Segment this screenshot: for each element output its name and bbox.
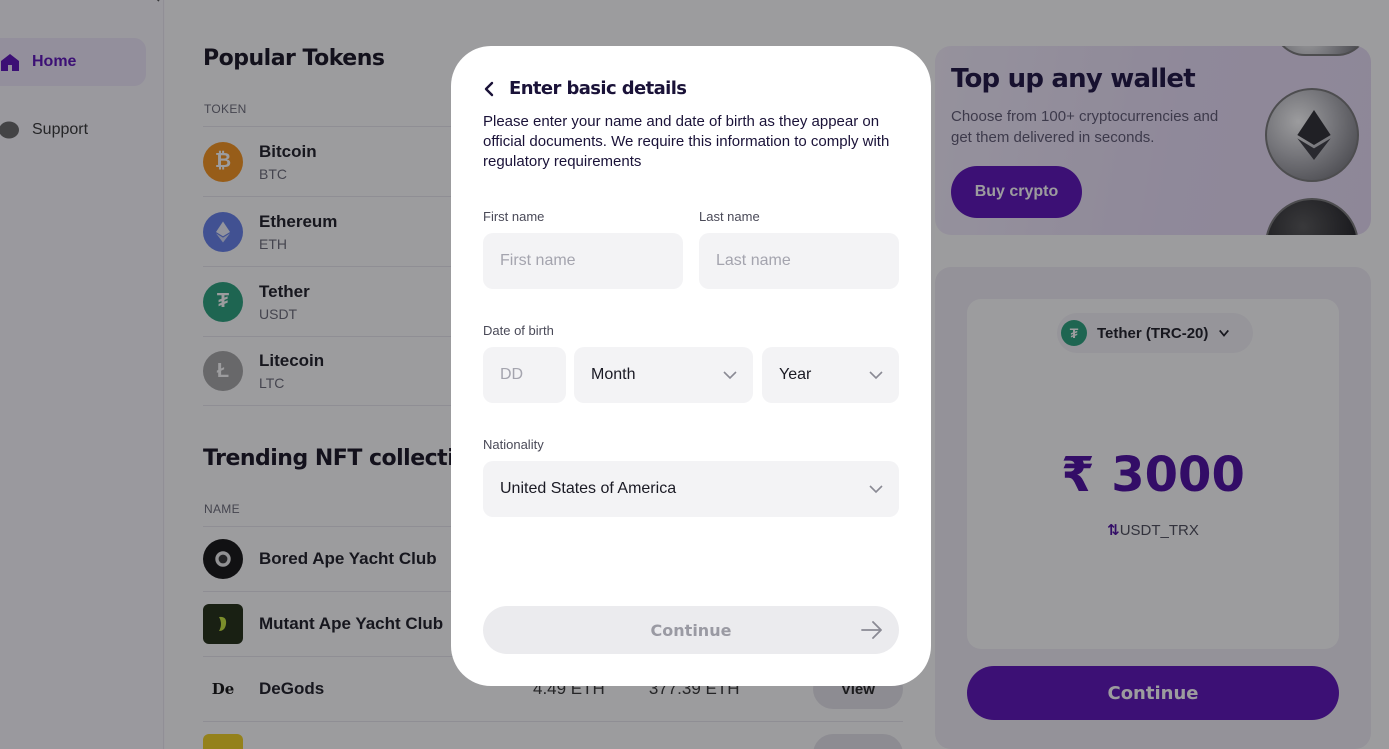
modal-description: Please enter your name and date of birth… bbox=[483, 113, 890, 170]
modal-header: Enter basic details bbox=[483, 78, 687, 99]
last-name-label: Last name bbox=[699, 209, 760, 224]
dob-month-select[interactable]: Month bbox=[574, 347, 753, 403]
chevron-down-icon bbox=[869, 485, 883, 494]
year-value: Year bbox=[779, 366, 812, 383]
nationality-value: United States of America bbox=[500, 480, 677, 497]
dob-year-select[interactable]: Year bbox=[762, 347, 899, 403]
back-arrow-icon[interactable] bbox=[483, 81, 495, 97]
modal-continue-button[interactable]: Continue bbox=[483, 606, 899, 654]
nationality-label: Nationality bbox=[483, 437, 544, 452]
dob-label: Date of birth bbox=[483, 323, 554, 338]
modal-title: Enter basic details bbox=[509, 78, 687, 99]
arrow-right-icon bbox=[861, 621, 882, 639]
first-name-input[interactable]: First name bbox=[483, 233, 683, 289]
chevron-down-icon bbox=[869, 371, 883, 380]
month-value: Month bbox=[591, 366, 636, 383]
chevron-down-icon bbox=[723, 371, 737, 380]
first-name-label: First name bbox=[483, 209, 545, 224]
basic-details-modal: Enter basic details Please enter your na… bbox=[451, 46, 931, 686]
dob-day-input[interactable]: DD bbox=[483, 347, 566, 403]
nationality-select[interactable]: United States of America bbox=[483, 461, 899, 517]
last-name-input[interactable]: Last name bbox=[699, 233, 899, 289]
continue-label: Continue bbox=[650, 620, 732, 640]
